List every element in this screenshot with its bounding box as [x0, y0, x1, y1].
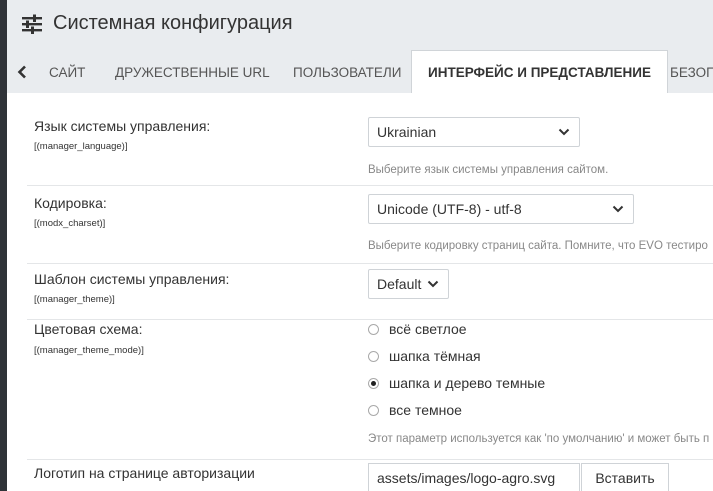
tab-users[interactable]: ПОЛЬЗОВАТЕЛИ: [293, 50, 401, 93]
theme-mode-option-all-dark[interactable]: все темное: [368, 400, 462, 420]
setting-key: [(manager_theme_mode)]: [34, 345, 144, 356]
page-title: Системная конфигурация: [53, 12, 293, 34]
radio-label: шапка и дерево темные: [389, 375, 546, 391]
setting-key: [(modx_charset)]: [34, 218, 106, 229]
setting-row-login-logo: Логотип на странице авторизации assets/i…: [27, 459, 713, 491]
charset-select[interactable]: Unicode (UTF-8) - utf-8: [368, 194, 634, 224]
setting-row-theme: Шаблон системы управления: [(manager_the…: [27, 263, 713, 320]
sliders-icon: [21, 13, 43, 35]
radio-button[interactable]: [368, 350, 379, 362]
setting-help: Выберите кодировку страниц сайта. Помнит…: [368, 240, 708, 252]
tab-scroll-left-button[interactable]: [11, 60, 33, 84]
manager-theme-select[interactable]: Default: [368, 269, 449, 299]
chevron-left-icon: [17, 65, 26, 79]
chevron-down-icon: [612, 205, 624, 213]
setting-row-language: Язык системы управления: [(manager_langu…: [27, 93, 713, 186]
language-select-value: Ukrainian: [377, 124, 437, 140]
setting-label: Логотип на странице авторизации: [34, 465, 255, 481]
language-select[interactable]: Ukrainian: [368, 117, 580, 147]
chevron-down-icon: [427, 280, 439, 288]
tab-site[interactable]: САЙТ: [49, 50, 85, 93]
setting-row-theme-mode: Цветовая схема: [(manager_theme_mode)] в…: [27, 319, 713, 460]
theme-mode-option-light[interactable]: всё светлое: [368, 319, 467, 339]
radio-label: всё светлое: [389, 321, 467, 337]
chevron-down-icon: [558, 128, 570, 136]
setting-label: Цветовая схема:: [34, 321, 143, 337]
radio-label: шапка тёмная: [389, 348, 481, 364]
tab-interface[interactable]: ИНТЕРФЕЙС И ПРЕДСТАВЛЕНИЕ: [411, 50, 668, 93]
settings-panel: Язык системы управления: [(manager_langu…: [7, 93, 713, 491]
login-logo-input[interactable]: assets/images/logo-agro.svg: [368, 463, 580, 491]
setting-key: [(manager_theme)]: [34, 294, 115, 305]
radio-button[interactable]: [368, 377, 379, 389]
page-header: Системная конфигурация: [7, 0, 713, 50]
theme-mode-option-dark-header-tree[interactable]: шапка и дерево темные: [368, 373, 545, 393]
insert-button[interactable]: Вставить: [581, 463, 669, 491]
left-sidebar-edge: [0, 0, 7, 491]
tab-security[interactable]: БЕЗОП: [670, 50, 713, 93]
setting-key: [(manager_language)]: [34, 141, 128, 152]
setting-row-charset: Кодировка: [(modx_charset)] Unicode (UTF…: [27, 185, 713, 264]
radio-label: все темное: [389, 402, 462, 418]
setting-label: Шаблон системы управления:: [34, 271, 230, 287]
setting-help: Выберите язык системы управления сайтом.: [368, 164, 609, 176]
radio-button[interactable]: [368, 404, 379, 416]
charset-select-value: Unicode (UTF-8) - utf-8: [377, 201, 522, 217]
theme-mode-option-dark-header[interactable]: шапка тёмная: [368, 346, 481, 366]
radio-button[interactable]: [368, 323, 379, 335]
manager-theme-select-value: Default: [377, 276, 422, 292]
tab-friendly-url[interactable]: ДРУЖЕСТВЕННЫЕ URL: [115, 50, 270, 93]
setting-label: Кодировка:: [34, 195, 107, 211]
setting-label: Язык системы управления:: [34, 118, 211, 134]
setting-help: Этот параметр используется как 'по умолч…: [368, 433, 710, 445]
tab-bar: САЙТ ДРУЖЕСТВЕННЫЕ URL ПОЛЬЗОВАТЕЛИ ИНТЕ…: [7, 50, 713, 93]
